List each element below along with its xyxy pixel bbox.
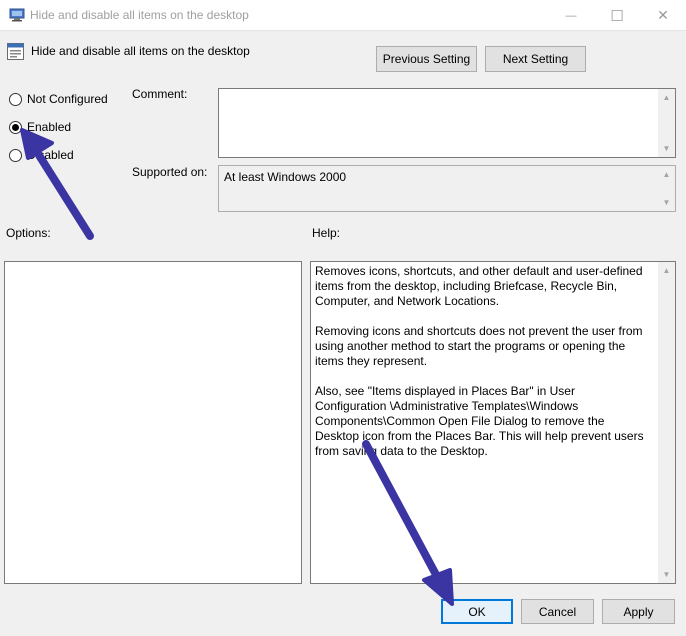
- help-paragraph: Also, see "Items displayed in Places Bar…: [315, 384, 644, 458]
- title-bar: Hide and disable all items on the deskto…: [0, 0, 686, 31]
- minimize-icon: —: [565, 9, 577, 22]
- help-pane: Removes icons, shortcuts, and other defa…: [310, 261, 676, 584]
- scroll-down-icon[interactable]: ▼: [658, 140, 675, 157]
- scroll-up-icon[interactable]: ▲: [658, 262, 675, 279]
- comment-label: Comment:: [132, 87, 188, 101]
- previous-setting-button[interactable]: Previous Setting: [376, 46, 477, 72]
- minimize-button[interactable]: —: [548, 0, 594, 31]
- supported-on-value: At least Windows 2000: [224, 170, 347, 184]
- scroll-down-icon[interactable]: ▼: [658, 566, 675, 583]
- comment-scrollbar[interactable]: ▲ ▼: [658, 89, 675, 157]
- radio-button[interactable]: [9, 92, 22, 106]
- close-icon: ✕: [657, 7, 669, 23]
- maximize-icon: ☐: [610, 7, 624, 25]
- help-label: Help:: [312, 226, 341, 240]
- radio-label: Enabled: [27, 120, 72, 134]
- comment-textarea[interactable]: ▲ ▼: [218, 88, 676, 158]
- policy-setting-icon: [7, 43, 24, 60]
- apply-button[interactable]: Apply: [602, 599, 675, 624]
- scroll-up-icon[interactable]: ▲: [658, 166, 675, 183]
- radio-not-configured[interactable]: Not Configured: [9, 91, 108, 107]
- arrow-to-enabled-icon: [20, 128, 94, 240]
- help-paragraph: Removing icons and shortcuts does not pr…: [315, 324, 643, 368]
- options-pane: [4, 261, 302, 584]
- radio-label: Disabled: [27, 148, 74, 162]
- scroll-down-icon[interactable]: ▼: [658, 194, 675, 211]
- supported-scrollbar[interactable]: ▲ ▼: [658, 166, 675, 211]
- window-title: Hide and disable all items on the deskto…: [30, 8, 249, 22]
- next-setting-button[interactable]: Next Setting: [485, 46, 586, 72]
- radio-button[interactable]: [9, 148, 22, 162]
- help-paragraph: Removes icons, shortcuts, and other defa…: [315, 264, 643, 308]
- policy-title: Hide and disable all items on the deskto…: [31, 44, 250, 58]
- radio-button[interactable]: [9, 120, 22, 134]
- radio-enabled[interactable]: Enabled: [9, 119, 71, 135]
- help-text: Removes icons, shortcuts, and other defa…: [315, 264, 649, 474]
- help-scrollbar[interactable]: ▲ ▼: [658, 262, 675, 583]
- group-policy-editor-icon: [9, 8, 25, 22]
- supported-on-label: Supported on:: [132, 165, 208, 179]
- radio-disabled[interactable]: Disabled: [9, 147, 74, 163]
- maximize-button[interactable]: ☐: [594, 0, 640, 31]
- supported-on-field: At least Windows 2000 ▲ ▼: [218, 165, 676, 212]
- radio-label: Not Configured: [27, 92, 108, 106]
- close-button[interactable]: ✕: [640, 0, 686, 31]
- scroll-up-icon[interactable]: ▲: [658, 89, 675, 106]
- ok-button[interactable]: OK: [441, 599, 513, 624]
- cancel-button[interactable]: Cancel: [521, 599, 594, 624]
- options-label: Options:: [6, 226, 51, 240]
